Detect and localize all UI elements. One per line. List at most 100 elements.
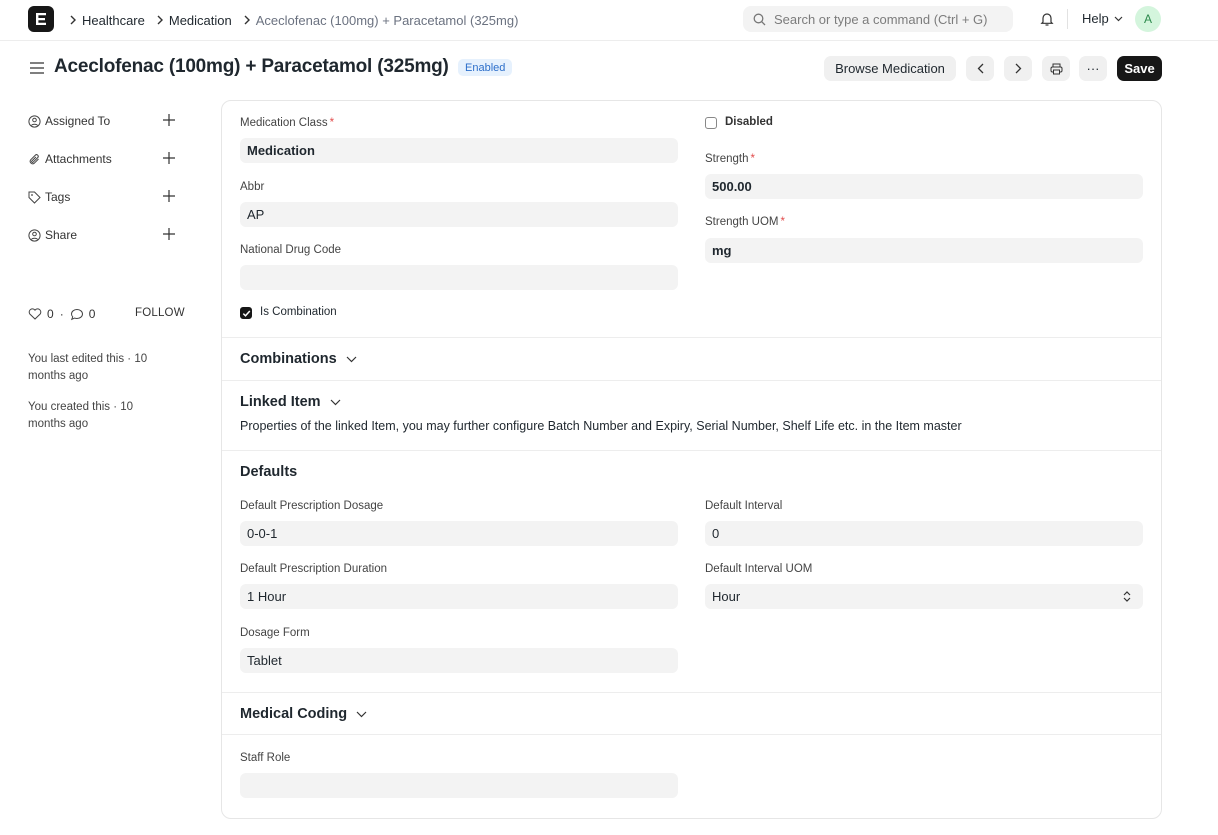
separator-dot: · <box>59 307 64 321</box>
sidebar-toggle-icon[interactable] <box>30 61 44 79</box>
sidebar-item-attachments[interactable]: Attachments <box>28 149 178 169</box>
page-title: Aceclofenac (100mg) + Paracetamol (325mg… <box>54 56 449 77</box>
tag-icon <box>28 191 41 204</box>
chevron-down-icon <box>330 399 341 405</box>
comment-icon[interactable] <box>70 308 84 321</box>
breadcrumb-healthcare[interactable]: Healthcare <box>82 13 145 28</box>
plus-icon[interactable] <box>163 152 175 164</box>
next-record-button[interactable] <box>1004 56 1032 81</box>
staff-role-field[interactable] <box>240 773 678 798</box>
save-button[interactable]: Save <box>1117 56 1162 81</box>
default-interval-label: Default Interval <box>705 500 783 512</box>
dosage-form-field[interactable]: Tablet <box>240 648 678 673</box>
likes-count: 0 <box>47 307 54 321</box>
navbar: Healthcare Medication Aceclofenac (100mg… <box>0 0 1218 41</box>
notification-bell-icon[interactable] <box>1039 11 1055 32</box>
chevron-down-icon <box>356 711 367 717</box>
strength-uom-field[interactable]: mg <box>705 238 1143 263</box>
print-button[interactable] <box>1042 56 1070 81</box>
sidebar-item-tags[interactable]: Tags <box>28 187 178 207</box>
likes-comments: 0 · 0 <box>28 307 95 321</box>
default-interval-uom-select[interactable]: Hour <box>705 584 1143 609</box>
printer-icon <box>1050 63 1062 74</box>
strength-uom-label: Strength UOM * <box>705 216 785 228</box>
checkmark-icon <box>242 310 251 317</box>
sidebar-item-assigned-to[interactable]: Assigned To <box>28 111 178 131</box>
plus-icon[interactable] <box>163 114 175 126</box>
default-prescription-dosage-field[interactable]: 0-0-1 <box>240 521 678 546</box>
strength-field[interactable]: 500.00 <box>705 174 1143 199</box>
plus-icon[interactable] <box>163 228 175 240</box>
breadcrumb: Healthcare Medication Aceclofenac (100mg… <box>64 0 524 40</box>
medication-class-label: Medication Class * <box>240 117 334 129</box>
chevron-right-icon <box>64 15 82 25</box>
help-dropdown[interactable]: Help <box>1082 11 1123 26</box>
form-card: Medication Class * Medication Abbr AP Nat… <box>221 100 1162 819</box>
abbr-field[interactable]: AP <box>240 202 678 227</box>
label-text: Medication Class <box>240 117 328 129</box>
breadcrumb-medication[interactable]: Medication <box>169 13 232 28</box>
select-value: Hour <box>712 589 741 604</box>
section-divider <box>222 692 1161 693</box>
follow-button[interactable]: FOLLOW <box>135 307 185 319</box>
abbr-label: Abbr <box>240 181 265 193</box>
section-title: Defaults <box>240 464 298 480</box>
breadcrumb-current[interactable]: Aceclofenac (100mg) + Paracetamol (325mg… <box>256 13 519 28</box>
default-interval-uom-label: Default Interval UOM <box>705 563 813 575</box>
chevron-right-icon <box>238 15 256 25</box>
section-medical-coding[interactable]: Medical Coding <box>240 706 367 722</box>
app-logo[interactable] <box>28 6 54 32</box>
required-marker: * <box>329 117 335 129</box>
search-input[interactable]: Search or type a command (Ctrl + G) <box>743 6 1013 32</box>
assign-icon <box>28 114 41 128</box>
previous-record-button[interactable] <box>966 56 994 81</box>
linked-item-description: Properties of the linked Item, you may f… <box>240 419 962 433</box>
is-combination-label: Is Combination <box>260 306 337 318</box>
section-title: Combinations <box>240 351 337 367</box>
select-arrows-icon <box>1123 591 1131 602</box>
chevron-right-icon <box>151 15 169 25</box>
section-linked-item[interactable]: Linked Item <box>240 394 341 410</box>
chevron-down-icon <box>1114 16 1123 21</box>
navbar-divider <box>1067 9 1068 29</box>
browse-medication-button[interactable]: Browse Medication <box>824 56 956 81</box>
section-title: Linked Item <box>240 394 321 410</box>
medication-class-field[interactable]: Medication <box>240 138 678 163</box>
chevron-down-icon <box>346 356 357 362</box>
search-icon <box>753 13 766 25</box>
section-divider <box>222 734 1161 735</box>
label-text: Strength <box>705 153 749 165</box>
heart-icon[interactable] <box>28 308 42 320</box>
chevron-left-icon <box>977 63 983 74</box>
default-prescription-duration-field[interactable]: 1 Hour <box>240 584 678 609</box>
avatar[interactable]: A <box>1135 6 1161 32</box>
section-defaults: Defaults <box>240 464 297 480</box>
chevron-right-icon <box>1015 63 1021 74</box>
label-text: Strength UOM <box>705 216 779 228</box>
section-divider <box>222 380 1161 381</box>
default-prescription-duration-label: Default Prescription Duration <box>240 563 388 575</box>
required-marker: * <box>750 153 755 165</box>
created-text: You created this · 10 months ago <box>28 401 134 430</box>
section-title: Medical Coding <box>240 706 348 722</box>
section-divider <box>222 450 1161 451</box>
sidebar-item-label: Attachments <box>45 152 112 166</box>
section-divider <box>222 337 1161 338</box>
more-actions-button[interactable]: ··· <box>1079 56 1107 81</box>
dosage-form-label: Dosage Form <box>240 627 310 639</box>
search-placeholder: Search or type a command (Ctrl + G) <box>774 11 988 27</box>
sidebar-item-label: Tags <box>45 190 71 204</box>
staff-role-label: Staff Role <box>240 752 291 764</box>
sidebar-item-share[interactable]: Share <box>28 225 178 245</box>
section-combinations[interactable]: Combinations <box>240 351 357 367</box>
sidebar-item-label: Assigned To <box>45 114 111 128</box>
default-interval-field[interactable]: 0 <box>705 521 1143 546</box>
disabled-checkbox[interactable] <box>705 117 717 129</box>
paperclip-icon <box>29 153 39 164</box>
plus-icon[interactable] <box>163 190 175 202</box>
national-drug-code-field[interactable] <box>240 265 678 290</box>
is-combination-checkbox[interactable] <box>240 307 252 319</box>
strength-label: Strength * <box>705 153 755 165</box>
default-prescription-dosage-label: Default Prescription Dosage <box>240 500 384 512</box>
help-label: Help <box>1082 11 1109 26</box>
